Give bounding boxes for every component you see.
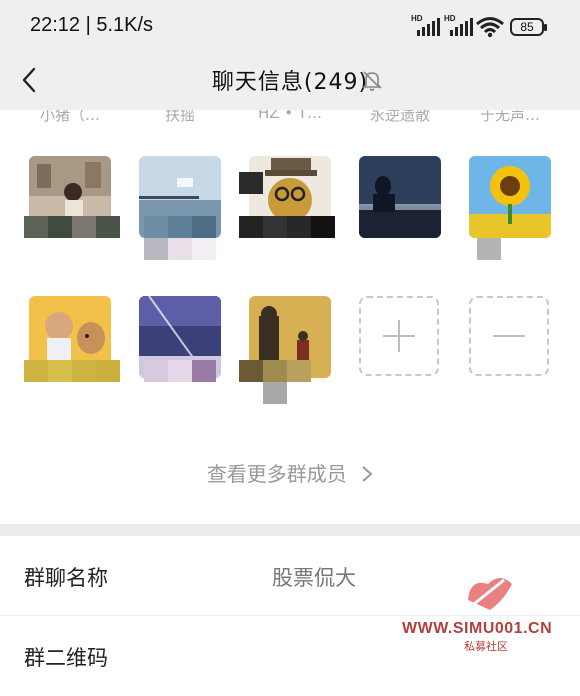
mosaic-block <box>239 172 263 194</box>
mosaic-block <box>263 382 287 404</box>
status-time: 22:12 | 5.1K/s <box>30 14 154 36</box>
section-divider <box>0 524 580 536</box>
plus-icon <box>383 320 415 352</box>
watermark-subtitle: 私募社区 <box>464 640 508 653</box>
watermark-url: WWW.SIMU001.CN <box>402 620 553 637</box>
mosaic-block <box>239 360 311 382</box>
nav-bar: 聊天信息(249) <box>0 54 580 110</box>
watermark-logo <box>468 578 512 610</box>
bell-off-icon <box>362 71 382 91</box>
member-avatar[interactable] <box>469 156 551 238</box>
member-name-row: 小猪（… 扶摇 HZ • T… 永逆遗散 于无声… <box>0 110 580 126</box>
page-title: 聊天信息(249) <box>211 70 369 95</box>
member-grid: 小猪（… 扶摇 HZ • T… 永逆遗散 于无声… 查看更多群成员 <box>0 110 580 524</box>
mosaic-block <box>24 216 120 238</box>
member-avatar[interactable] <box>359 156 441 238</box>
view-more-label: 查看更多群成员 <box>206 462 347 486</box>
mosaic-block <box>239 216 335 238</box>
member-name: HZ • T… <box>257 110 323 122</box>
view-more-members-link[interactable]: 查看更多群成员 <box>0 458 580 487</box>
mosaic-block <box>477 238 501 260</box>
wifi-icon <box>476 17 504 38</box>
group-qr-label: 群二维码 <box>24 646 108 670</box>
member-name: 扶摇 <box>164 110 195 124</box>
battery-icon: 85 <box>510 18 547 36</box>
status-bar: 22:12 | 5.1K/s HD HD 85 <box>0 0 580 54</box>
remove-member-button[interactable] <box>469 296 549 376</box>
mosaic-block <box>144 238 216 260</box>
mosaic-block <box>144 360 216 382</box>
minus-icon <box>493 335 525 337</box>
add-member-button[interactable] <box>359 296 439 376</box>
member-name: 于无声… <box>479 110 540 124</box>
group-name-label: 群聊名称 <box>24 566 108 590</box>
group-name-value: 股票侃大 <box>272 566 356 590</box>
mosaic-block <box>144 216 216 238</box>
watermark: WWW.SIMU001.CN 私募社区 <box>402 570 578 657</box>
member-name: 永逆遗散 <box>369 110 430 124</box>
member-name: 小猪（… <box>39 110 100 124</box>
mosaic-block <box>24 360 120 382</box>
chevron-right-icon <box>362 466 373 482</box>
